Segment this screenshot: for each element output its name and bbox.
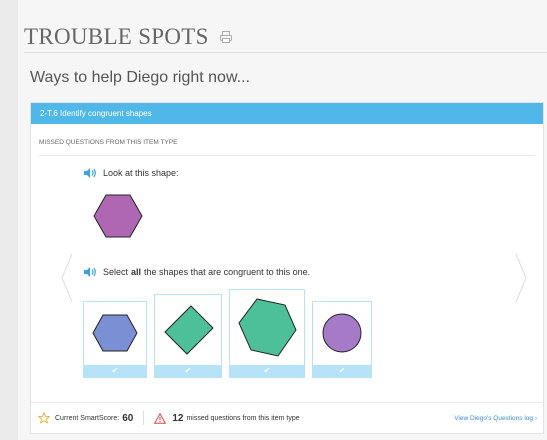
prompt-2-post: the shapes that are congruent to this on… <box>144 267 311 277</box>
choice-hexagon-blue[interactable]: ✔ <box>83 301 147 378</box>
footer-separator <box>143 411 145 425</box>
prompt-1-text: Look at this shape: <box>103 168 179 178</box>
skill-bar[interactable]: 2-T.6 Identify congruent shapes <box>31 103 543 124</box>
choice-check: ✔ <box>230 365 304 377</box>
questions-log-link[interactable]: View Diego's Questions log › <box>454 415 537 422</box>
question-prompt-2: Select all the shapes that are congruent… <box>83 266 310 278</box>
card-divider <box>39 155 535 156</box>
skill-card: 2-T.6 Identify congruent shapes MISSED Q… <box>30 102 544 434</box>
choice-diamond-green[interactable]: ✔ <box>154 294 222 378</box>
choice-check: ✔ <box>155 365 221 377</box>
question-prompt-1: Look at this shape: <box>83 167 179 179</box>
page-title: TROUBLE SPOTS <box>24 24 209 49</box>
warning-icon <box>154 412 167 424</box>
trouble-spots-panel: TROUBLE SPOTS Ways to help Diego right n… <box>18 0 547 440</box>
next-arrow[interactable] <box>515 253 527 303</box>
subtitle: Ways to help Diego right now... <box>30 69 250 86</box>
prev-arrow[interactable] <box>61 253 73 303</box>
speaker-icon[interactable] <box>83 266 97 278</box>
title-row: TROUBLE SPOTS <box>24 24 233 50</box>
choice-circle-purple[interactable]: ✔ <box>312 301 372 378</box>
star-icon <box>38 412 50 424</box>
missed-questions-heading: MISSED QUESTIONS FROM THIS ITEM TYPE <box>39 139 178 146</box>
missed-count: 12 <box>172 412 184 424</box>
prompt-2-pre: Select <box>103 267 129 277</box>
blue-hexagon <box>92 314 138 352</box>
prompt-2-bold: all <box>131 267 142 277</box>
purple-circle <box>322 313 362 353</box>
target-hexagon <box>93 194 143 238</box>
choice-check: ✔ <box>313 365 371 377</box>
missed-label: missed questions from this item type <box>186 414 300 422</box>
speaker-icon[interactable] <box>83 167 97 179</box>
smartscore-label: Current SmartScore: <box>55 414 120 422</box>
green-diamond <box>164 305 214 355</box>
smartscore-value: 60 <box>122 412 134 424</box>
title-divider <box>24 52 547 53</box>
choice-check: ✔ <box>84 365 146 377</box>
green-hexagon <box>238 298 297 357</box>
card-footer: Current SmartScore: 60 12 missed questio… <box>31 402 543 433</box>
choice-hexagon-green[interactable]: ✔ <box>229 289 305 378</box>
printer-icon[interactable] <box>219 30 233 44</box>
